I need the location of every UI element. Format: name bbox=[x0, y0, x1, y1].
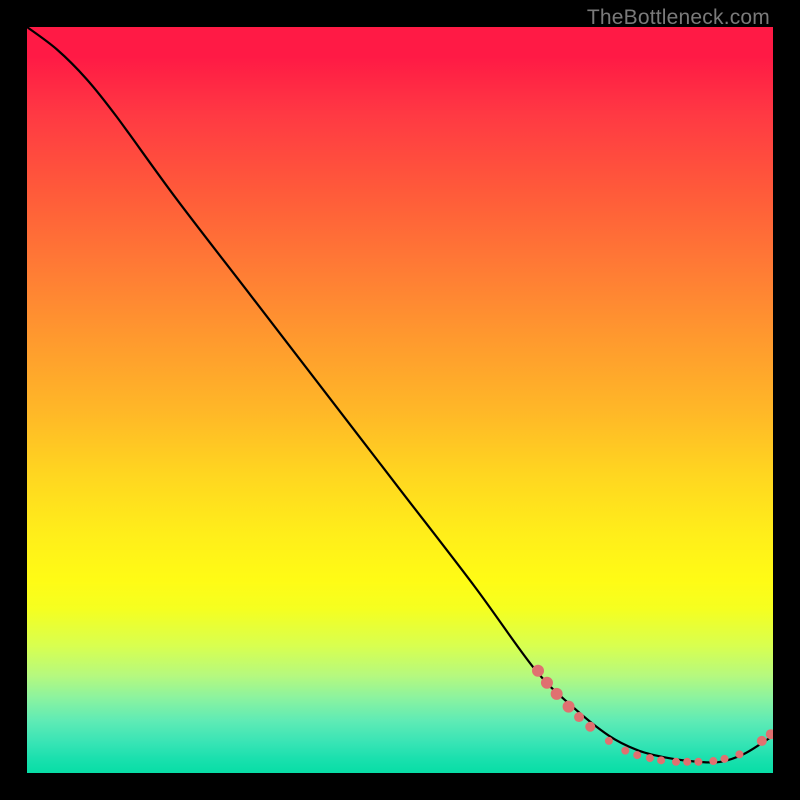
data-marker bbox=[683, 758, 691, 766]
data-marker bbox=[574, 712, 584, 722]
chart-container: TheBottleneck.com bbox=[0, 0, 800, 800]
chart-svg bbox=[27, 27, 773, 773]
data-marker bbox=[646, 754, 654, 762]
data-marker bbox=[694, 758, 702, 766]
data-marker bbox=[621, 747, 629, 755]
data-marker bbox=[657, 756, 665, 764]
data-marker bbox=[532, 665, 544, 677]
data-marker bbox=[585, 722, 595, 732]
data-marker bbox=[672, 758, 680, 766]
data-marker bbox=[563, 701, 575, 713]
data-marker bbox=[551, 688, 563, 700]
curve-line bbox=[27, 27, 773, 763]
data-marker bbox=[709, 757, 717, 765]
data-marker bbox=[766, 729, 773, 739]
markers-group bbox=[532, 665, 773, 766]
data-marker bbox=[721, 755, 729, 763]
data-marker bbox=[757, 736, 767, 746]
data-marker bbox=[541, 677, 553, 689]
data-marker bbox=[633, 751, 641, 759]
data-marker bbox=[605, 737, 613, 745]
data-marker bbox=[735, 750, 743, 758]
plot-area bbox=[27, 27, 773, 773]
watermark-text: TheBottleneck.com bbox=[587, 6, 770, 30]
